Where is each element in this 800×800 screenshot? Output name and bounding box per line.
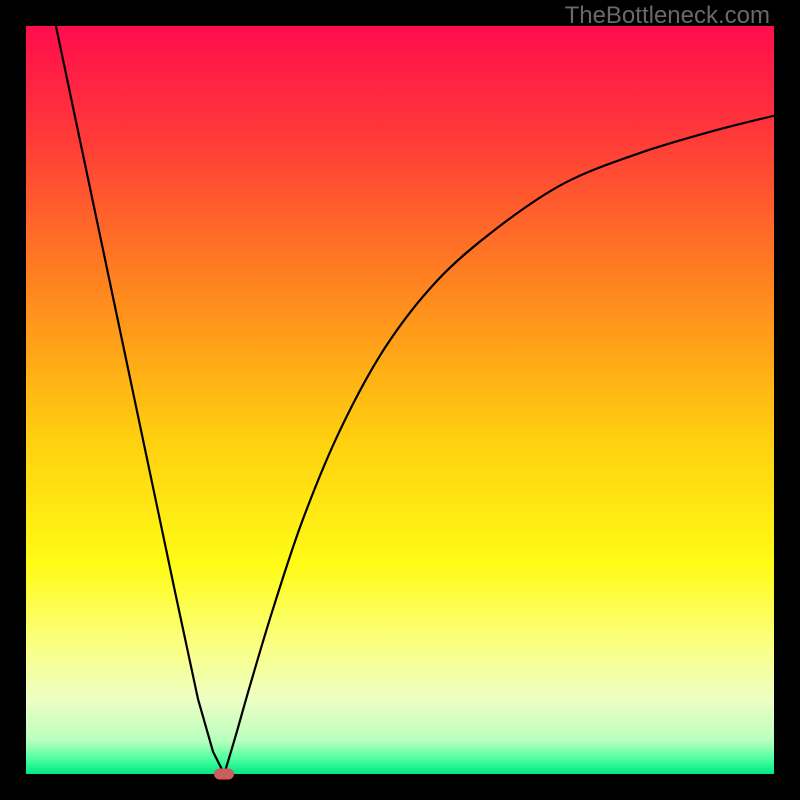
watermark-text: TheBottleneck.com: [565, 2, 770, 30]
minimum-marker: [214, 769, 234, 780]
gradient-background: [26, 26, 774, 774]
bottleneck-chart: [26, 26, 774, 774]
chart-frame: [26, 26, 774, 774]
